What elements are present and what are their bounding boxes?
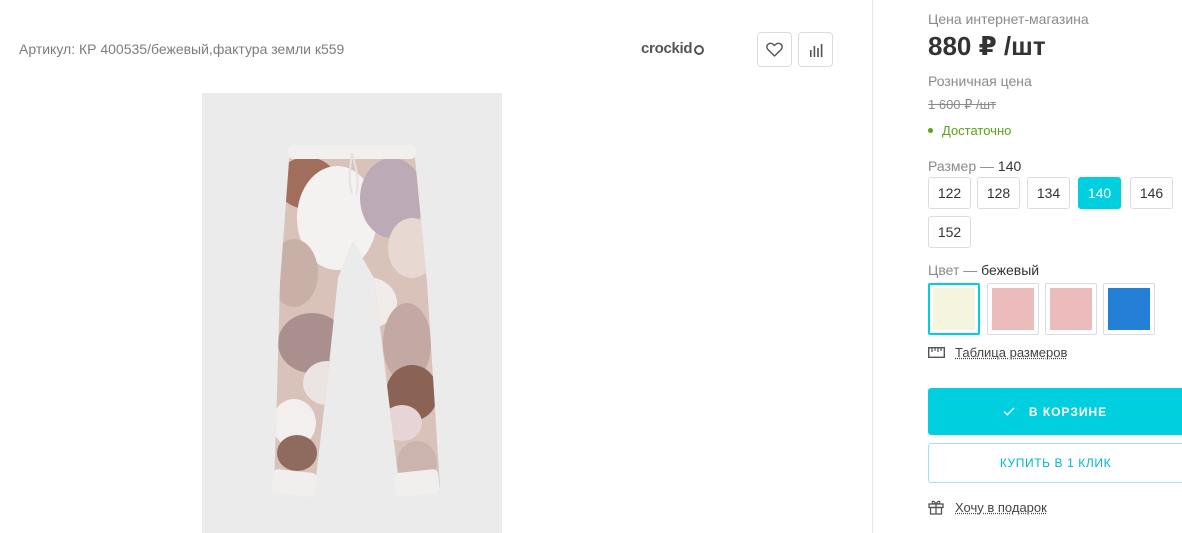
color-swatch[interactable]: [1045, 283, 1097, 335]
size-table-label: Таблица размеров: [955, 345, 1067, 360]
stock-dot-icon: [928, 128, 933, 133]
compare-button[interactable]: [798, 32, 833, 67]
retail-price-label: Розничная цена: [928, 73, 1032, 89]
buy-one-click-button[interactable]: КУПИТЬ В 1 КЛИК: [928, 443, 1182, 483]
product-gallery-pane: Артикул: КР 400535/бежевый,фактура земли…: [0, 0, 872, 533]
stock-status-text: Достаточно: [942, 123, 1011, 138]
brand-mark-icon: [694, 45, 704, 55]
color-swatch[interactable]: [987, 283, 1039, 335]
size-separator: —: [980, 158, 994, 174]
retail-price: 1 600 ₽ /шт: [928, 97, 996, 113]
check-icon: [1003, 407, 1015, 416]
size-option[interactable]: 146: [1130, 177, 1173, 209]
size-table-link[interactable]: Таблица размеров: [928, 345, 1067, 360]
swatch-fill: [933, 288, 975, 330]
heart-icon: [766, 42, 783, 57]
in-cart-label: В КОРЗИНЕ: [1029, 405, 1107, 419]
color-selected: бежевый: [981, 262, 1039, 278]
size-title: Размер — 140: [928, 158, 1021, 174]
size-selected: 140: [998, 158, 1021, 174]
swatch-fill: [1108, 288, 1150, 330]
color-swatch[interactable]: [1103, 283, 1155, 335]
size-option[interactable]: 152: [928, 216, 971, 248]
gift-icon: [928, 499, 944, 515]
size-label: Размер: [928, 158, 976, 174]
stock-status: Достаточно: [928, 123, 1011, 138]
color-label: Цвет: [928, 262, 959, 278]
color-title: Цвет — бежевый: [928, 262, 1039, 278]
brand-logo[interactable]: crockid: [641, 40, 704, 57]
in-cart-button[interactable]: В КОРЗИНЕ: [928, 388, 1182, 435]
swatch-fill: [992, 288, 1034, 330]
pants-image: [202, 93, 502, 533]
ruler-icon: [928, 347, 945, 358]
favorite-button[interactable]: [757, 32, 792, 67]
size-option[interactable]: 128: [977, 177, 1020, 209]
online-price: 880 ₽ /шт: [928, 31, 1046, 62]
article-number: Артикул: КР 400535/бежевый,фактура земли…: [19, 41, 344, 57]
size-option[interactable]: 134: [1027, 177, 1070, 209]
swatch-fill: [1050, 288, 1092, 330]
size-option[interactable]: 122: [928, 177, 971, 209]
brand-name: crockid: [641, 40, 692, 57]
online-price-label: Цена интернет-магазина: [928, 11, 1089, 27]
color-swatch-selected[interactable]: [928, 283, 980, 335]
bar-chart-icon: [809, 43, 823, 57]
product-image[interactable]: [202, 93, 502, 533]
gift-wishlist-link[interactable]: Хочу в подарок: [928, 499, 1047, 515]
buy-panel: Цена интернет-магазина 880 ₽ /шт Розничн…: [873, 0, 1182, 533]
gift-label: Хочу в подарок: [955, 500, 1047, 515]
color-separator: —: [963, 262, 977, 278]
size-option-selected[interactable]: 140: [1078, 177, 1121, 209]
